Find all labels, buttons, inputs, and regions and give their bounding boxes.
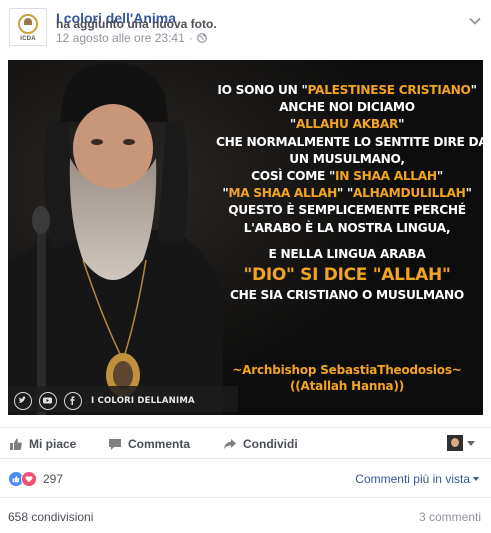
shares-count[interactable]: 658 condivisioni (8, 510, 93, 524)
quote-highlight: MA SHAA ALLAH (228, 186, 337, 201)
signature-name: ~Archbishop SebastiaTheodosios~ (232, 363, 462, 377)
quote-fragment: " " (337, 186, 354, 201)
quote-line: L'ARABO È LA NOSTRA LINGUA, (216, 220, 478, 237)
like-button[interactable]: Mi piace (9, 430, 76, 457)
post-options-chevron-icon[interactable] (469, 12, 481, 30)
quote-fragment: CHE NORMALMENTE LO SENTITE DIRE DA (216, 134, 483, 149)
quote-line: E NELLA LINGUA ARABA (216, 246, 478, 263)
like-label: Mi piace (29, 436, 77, 451)
quote-line: UN MUSULMANO, (216, 151, 478, 168)
image-social-strip: I COLORI DELLANIMA (14, 391, 195, 411)
quote-line: COSÌ COME "IN SHAA ALLAH" (216, 168, 478, 185)
quote-fragment: " (470, 83, 477, 97)
reactions-count: 297 (43, 472, 64, 486)
avatar-logo-dome (24, 18, 32, 25)
quote-fragment: UN MUSULMANO, (289, 151, 405, 166)
page-avatar[interactable]: ICDA (9, 8, 47, 46)
quote-fragment: " (436, 169, 443, 184)
image-brand-label: I COLORI DELLANIMA (91, 396, 195, 406)
reactions-summary[interactable]: 297 (8, 471, 63, 487)
share-label: Condividi (243, 436, 298, 451)
post-timestamp[interactable]: 12 agosto alle ore 23:41 (56, 31, 185, 45)
divider (0, 458, 491, 459)
viewer-menu-caret-icon[interactable] (467, 441, 475, 446)
post-header: ICDA I colori dell'Anima ha aggiunto una… (0, 0, 491, 58)
thumbs-up-icon (10, 438, 22, 450)
quote-line: "MA SHAA ALLAH" "ALHAMDULILLAH" (216, 185, 478, 202)
quote-fragment: ANCHE NOI DICIAMO (279, 100, 415, 115)
comment-label: Commenta (128, 436, 191, 451)
quote-highlight: PALESTINESE CRISTIANO (307, 83, 471, 97)
quote-signature: ~Archbishop SebastiaTheodosios~ ((Atalla… (216, 362, 478, 394)
viewer-avatar[interactable] (447, 435, 463, 451)
quote-line: QUESTO È SEMPLICEMENTE PERCHÉ (216, 202, 478, 219)
post-action-bar: Mi piace Commenta Condividi (0, 430, 491, 457)
comment-sort-label: Commenti più in vista (355, 472, 470, 486)
post-headline: I colori dell'Anima ha aggiunto una nuov… (56, 10, 217, 31)
globe-icon[interactable] (196, 32, 207, 46)
post-meta: 12 agosto alle ore 23:41 · (56, 31, 207, 46)
quote-line: IO SONO UN "PALESTINESE CRISTIANO" (216, 82, 478, 99)
dropdown-caret-icon (473, 477, 479, 481)
love-reaction-icon (21, 471, 37, 487)
comment-icon (109, 438, 121, 450)
quote-fragment: CHE SIA CRISTIANO O MUSULMANO (230, 288, 464, 303)
divider (0, 497, 491, 498)
facebook-post: ICDA I colori dell'Anima ha aggiunto una… (0, 0, 491, 533)
quote-line: "DIO" SI DICE "ALLAH" (216, 263, 478, 287)
quote-line: ANCHE NOI DICIAMO (216, 99, 478, 116)
signature-alias: ((Atallah Hanna)) (289, 379, 405, 393)
quote-line: CHE NORMALMENTE LO SENTITE DIRE DA (216, 134, 483, 151)
youtube-icon (39, 392, 57, 410)
quote-fragment: COSÌ COME " (251, 169, 336, 184)
post-photo[interactable]: IO SONO UN "PALESTINESE CRISTIANO" ANCHE … (8, 60, 483, 415)
comment-button[interactable]: Commenta (108, 430, 190, 457)
comment-sort-dropdown[interactable]: Commenti più in vista (355, 472, 479, 486)
divider (0, 427, 491, 428)
share-button[interactable]: Condividi (223, 430, 298, 457)
quote-highlight: ALLAHU AKBAR (295, 117, 399, 132)
quote-fragment: QUESTO È SEMPLICEMENTE PERCHÉ (228, 203, 466, 218)
quote-fragment: L'ARABO È LA NOSTRA LINGUA, (243, 220, 451, 235)
facebook-icon (64, 392, 82, 410)
quote-line: CHE SIA CRISTIANO O MUSULMANO (216, 287, 478, 304)
share-arrow-icon (224, 438, 236, 449)
avatar-logo-text: ICDA (20, 36, 36, 42)
quote-highlight: ALHAMDULILLAH (353, 186, 466, 201)
quote-line: "ALLAHU AKBAR" (216, 116, 478, 133)
quote-fragment: " (465, 186, 472, 201)
quote-fragment: E NELLA LINGUA ARABA (268, 246, 426, 261)
quote-fragment: IO SONO UN " (217, 83, 308, 97)
comments-count[interactable]: 3 commenti (419, 510, 481, 524)
quote-text: IO SONO UN "PALESTINESE CRISTIANO" ANCHE … (216, 82, 483, 304)
quote-highlight: IN SHAA ALLAH (335, 169, 437, 184)
twitter-icon (14, 392, 32, 410)
quote-fragment: " (398, 117, 405, 132)
quote-highlight: "DIO" SI DICE "ALLAH" (243, 265, 451, 286)
